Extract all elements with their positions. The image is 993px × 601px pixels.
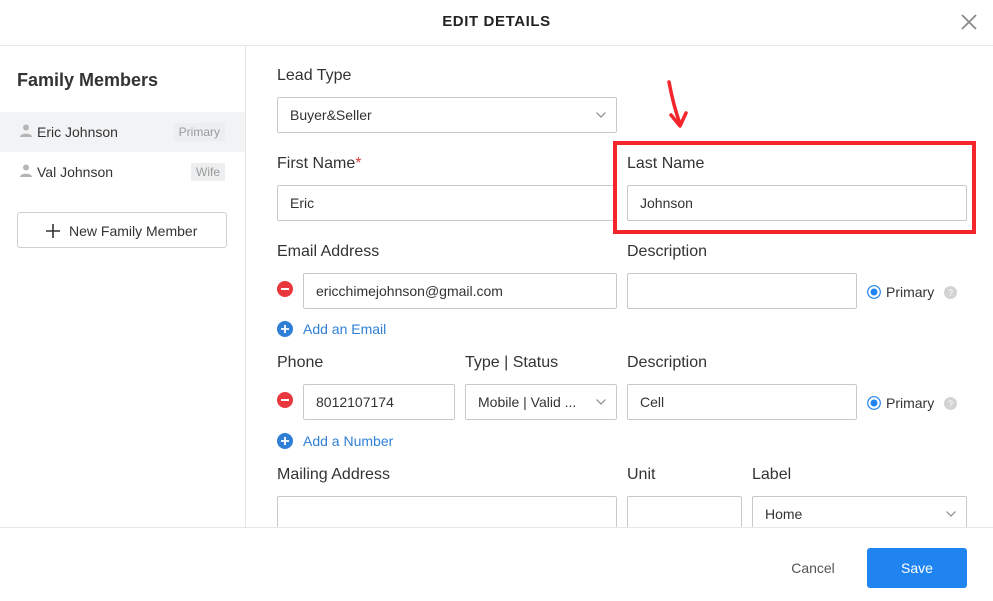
email-address-label: Email Address [277,243,380,260]
family-member-item[interactable]: Eric Johnson Primary [0,112,245,152]
mailing-address-label: Mailing Address [277,466,390,483]
svg-text:?: ? [948,288,953,298]
lead-type-label: Lead Type [277,67,352,84]
chevron-down-icon [946,511,956,517]
email-description-label: Description [627,243,708,260]
family-members-sidebar: Family Members Eric Johnson Primary Val … [0,46,246,527]
add-circle-icon [277,433,293,449]
required-mark: * [355,155,362,172]
modal-header: EDIT DETAILS [0,0,993,46]
email-description-input[interactable] [627,273,857,309]
modal-title: EDIT DETAILS [442,13,551,30]
email-input[interactable]: ericchimejohnson@gmail.com [303,273,617,309]
annotation-arrow-icon [667,80,688,128]
lead-type-value: Buyer&Seller [290,107,372,123]
radio-selected-icon [867,285,881,299]
first-name-label-text: First Name [277,155,356,172]
chevron-down-icon [596,399,606,405]
help-icon: ? [944,286,957,299]
add-number-label: Add a Number [303,433,394,449]
sidebar-title: Family Members [17,70,159,90]
phone-description-label: Description [627,354,708,371]
new-family-member-button[interactable]: New Family Member [17,212,227,248]
address-label-label: Label [752,466,792,483]
save-button[interactable]: Save [867,548,967,588]
phone-type-select[interactable]: Mobile | Valid ... [465,384,617,420]
chevron-down-icon [596,112,606,118]
lead-type-select[interactable]: Buyer&Seller [277,97,617,133]
address-label-value: Home [765,506,803,522]
add-email-label: Add an Email [303,321,387,337]
plus-icon [46,224,60,238]
close-icon[interactable] [960,13,978,31]
new-family-member-label: New Family Member [69,223,198,239]
add-circle-icon [277,321,293,337]
member-name: Val Johnson [37,164,114,180]
svg-text:?: ? [948,399,953,409]
phone-type-value: Mobile | Valid ... [478,394,577,410]
add-email-link[interactable]: Add an Email [277,321,407,339]
person-icon [20,164,32,177]
phone-input[interactable]: 8012107174 [303,384,455,420]
unit-label: Unit [627,466,656,483]
help-icon: ? [944,397,957,410]
member-name: Eric Johnson [37,124,118,140]
radio-selected-icon [867,396,881,410]
first-name-input[interactable]: Eric [277,185,617,221]
family-member-item[interactable]: Val Johnson Wife [0,152,245,192]
phone-label: Phone [277,354,324,371]
phone-description-input[interactable]: Cell [627,384,857,420]
cancel-button[interactable]: Cancel [770,548,856,588]
modal-footer: Cancel Save [0,527,993,601]
phone-primary-label: Primary [886,395,935,411]
annotation-highlight-box [613,141,976,234]
remove-phone-icon[interactable] [277,392,293,408]
first-name-label: First Name* [277,155,361,173]
member-badge: Primary [173,123,225,141]
email-primary-label: Primary [886,284,935,300]
phone-type-label: Type | Status [465,354,559,371]
person-icon [20,124,32,137]
add-number-link[interactable]: Add a Number [277,433,407,451]
member-badge: Wife [191,163,225,181]
remove-email-icon[interactable] [277,281,293,297]
